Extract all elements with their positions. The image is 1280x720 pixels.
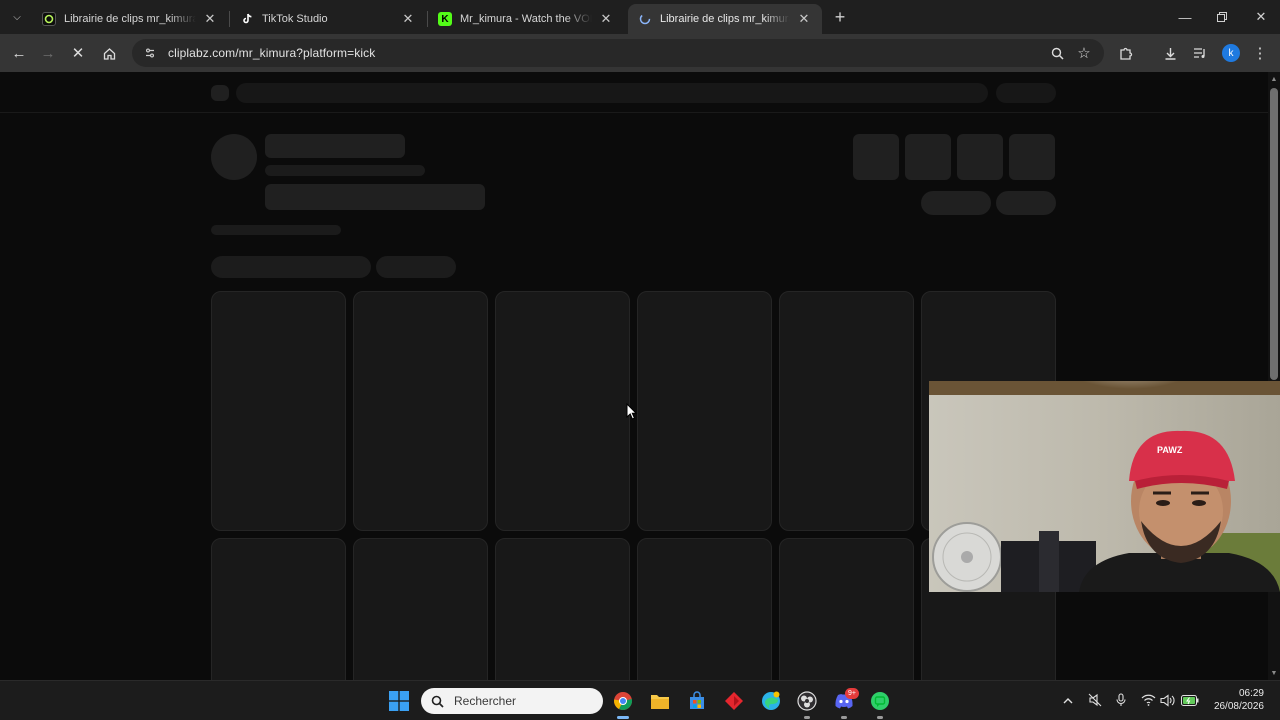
stat-box-skeleton [957, 134, 1003, 180]
webcam-feed-image: PAWZ [929, 381, 1280, 592]
channel-meta-skeleton [265, 165, 425, 176]
action-button-skeleton [996, 191, 1056, 215]
stat-box-skeleton [905, 134, 951, 180]
filter-tab-skeleton [211, 256, 371, 278]
search-icon [431, 695, 444, 708]
action-button-skeleton [921, 191, 991, 215]
tab-title: Mr_kimura - Watch the VOD on Kick [460, 13, 592, 25]
close-icon[interactable]: ✕ [598, 11, 614, 27]
download-icon[interactable] [1157, 40, 1183, 66]
clock-time: 06:29 [1238, 688, 1264, 699]
tab-title: Librairie de clips mr_kimura | Clip [660, 13, 790, 25]
nav-button-skeleton [996, 83, 1056, 103]
close-icon[interactable]: ✕ [202, 11, 218, 27]
scroll-down-arrow-icon[interactable]: ▼ [1270, 669, 1278, 677]
search-placeholder: Rechercher [454, 694, 517, 708]
clip-card-skeleton [211, 538, 346, 680]
close-icon[interactable]: ✕ [400, 11, 416, 27]
edge-browser-icon[interactable] [760, 690, 782, 712]
clip-card-skeleton [495, 538, 630, 680]
home-icon[interactable] [96, 40, 122, 66]
clip-card-skeleton [353, 538, 488, 680]
browser-toolbar: ← → ✕ cliplabz.com/mr_kimura?platform=ki… [0, 34, 1280, 72]
clip-card-skeleton [211, 291, 346, 531]
tab-kick-vod[interactable]: K Mr_kimura - Watch the VOD on Kick ✕ [428, 4, 624, 34]
tab-cliplabz-1[interactable]: Librairie de clips mr_kimura | Clip ✕ [32, 4, 228, 34]
channel-description-skeleton [265, 184, 485, 210]
red-diamond-app-icon[interactable] [723, 690, 745, 712]
clip-card-skeleton [637, 538, 772, 680]
webcam-overlay: PAWZ [929, 381, 1280, 592]
clip-card-skeleton [637, 291, 772, 531]
svg-text:PAWZ: PAWZ [1157, 445, 1183, 455]
windows-start-icon[interactable] [388, 690, 410, 712]
close-icon[interactable]: ✕ [796, 11, 812, 27]
window-close-icon[interactable]: ✕ [1242, 0, 1280, 34]
kebab-menu-icon[interactable]: ⋮ [1247, 40, 1273, 66]
wifi-icon[interactable] [1139, 691, 1157, 709]
clip-card-skeleton [495, 291, 630, 531]
green-chat-app-icon[interactable] [869, 690, 891, 712]
channel-name-skeleton [265, 134, 405, 158]
tab-search-chevron-icon[interactable]: ⌵ [6, 6, 28, 28]
nav-search-skeleton [236, 83, 988, 103]
minimize-icon[interactable]: — [1166, 0, 1204, 34]
mouse-cursor-icon [626, 403, 638, 420]
running-app-indicator [804, 716, 810, 719]
taskbar-search-box[interactable]: Rechercher [421, 688, 603, 714]
battery-charging-icon[interactable] [1181, 691, 1199, 709]
microsoft-store-icon[interactable] [686, 690, 708, 712]
chrome-icon[interactable] [612, 690, 634, 712]
microphone-icon[interactable] [1112, 691, 1130, 709]
stat-box-skeleton [853, 134, 899, 180]
browser-tab-strip: ⌵ Librairie de clips mr_kimura | Clip ✕ … [0, 0, 1280, 34]
app-muted-tray-icon[interactable] [1086, 691, 1104, 709]
scrollbar-thumb[interactable] [1270, 88, 1278, 380]
avatar-skeleton [211, 134, 257, 180]
kick-icon: K [438, 12, 452, 26]
profile-avatar[interactable]: k [1222, 44, 1240, 62]
scroll-up-arrow-icon[interactable]: ▲ [1270, 75, 1278, 83]
active-app-indicator [617, 716, 629, 719]
zoom-magnifier-icon[interactable] [1044, 40, 1070, 66]
cliplabz-icon [42, 12, 56, 26]
tab-cliplabz-active[interactable]: Librairie de clips mr_kimura | Clip ✕ [628, 4, 822, 34]
media-controls-icon[interactable] [1187, 40, 1213, 66]
tab-title: TikTok Studio [262, 13, 328, 25]
tab-title: Librairie de clips mr_kimura | Clip [64, 13, 196, 25]
clip-card-skeleton [353, 291, 488, 531]
section-label-skeleton [211, 225, 341, 235]
windows-taskbar: Rechercher 9+ 06:29 26/08/2026 [0, 680, 1280, 720]
extensions-puzzle-icon[interactable] [1113, 40, 1139, 66]
clip-card-skeleton [779, 538, 914, 680]
back-arrow-icon[interactable]: ← [6, 40, 32, 66]
system-clock[interactable]: 06:29 26/08/2026 [1204, 687, 1264, 713]
running-app-indicator [877, 716, 883, 719]
obs-studio-icon[interactable] [796, 690, 818, 712]
stat-box-skeleton [1009, 134, 1055, 180]
running-app-indicator [841, 716, 847, 719]
volume-icon[interactable] [1158, 691, 1176, 709]
tab-tiktok-studio[interactable]: TikTok Studio ✕ [230, 4, 426, 34]
address-bar[interactable]: cliplabz.com/mr_kimura?platform=kick [132, 39, 1104, 67]
loading-icon [638, 12, 652, 26]
forward-arrow-icon[interactable]: → [35, 40, 61, 66]
clip-card-skeleton [779, 291, 914, 531]
divider [0, 112, 1268, 113]
tray-overflow-chevron-icon[interactable] [1059, 691, 1077, 709]
discord-notification-badge: 9+ [845, 688, 859, 699]
stop-loading-icon[interactable]: ✕ [65, 40, 91, 66]
tiktok-icon [240, 12, 254, 26]
site-info-icon[interactable] [142, 45, 158, 61]
bookmark-star-icon[interactable]: ☆ [1071, 40, 1097, 66]
clock-date: 26/08/2026 [1213, 701, 1264, 712]
file-explorer-icon[interactable] [649, 690, 671, 712]
logo-skeleton [211, 85, 229, 101]
url-text: cliplabz.com/mr_kimura?platform=kick [168, 46, 376, 60]
new-tab-plus-icon[interactable]: + [829, 6, 851, 28]
filter-tab-skeleton [376, 256, 456, 278]
restore-icon[interactable] [1203, 0, 1241, 34]
